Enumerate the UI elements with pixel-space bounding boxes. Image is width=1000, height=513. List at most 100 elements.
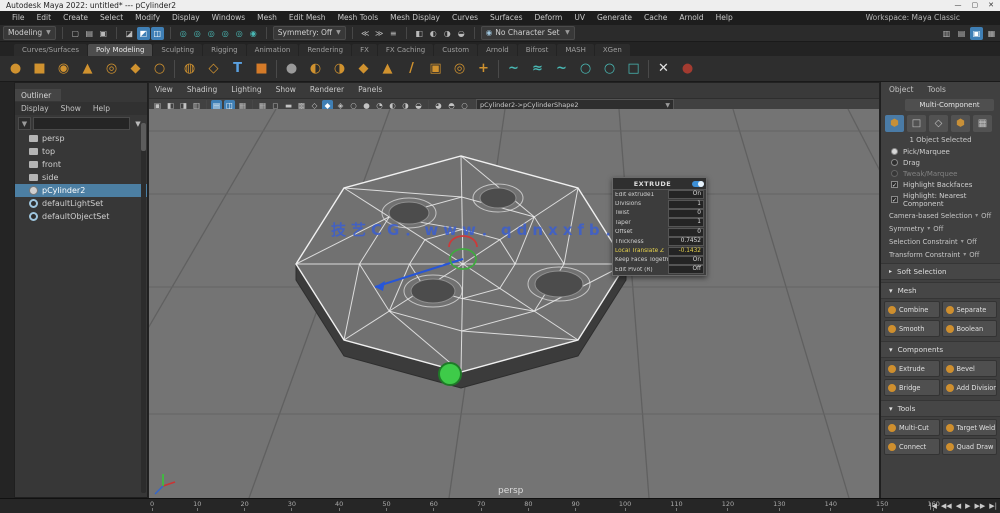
menu-select[interactable]: Select — [94, 11, 129, 25]
target-weld-button[interactable]: Target Weld — [941, 419, 997, 436]
section-tools[interactable]: ▾ Tools — [881, 400, 1000, 417]
snap-view-plane-icon[interactable]: ◎ — [233, 27, 246, 40]
menu-mesh[interactable]: Mesh — [251, 11, 283, 25]
multi-cut-button[interactable]: Multi-Cut — [884, 419, 940, 436]
menu-create[interactable]: Create — [57, 11, 94, 25]
menuset-selector[interactable]: Modeling ▼ — [3, 26, 56, 40]
poly-sphere-icon[interactable]: ● — [6, 59, 25, 78]
svg-tool-icon[interactable]: ■ — [252, 59, 271, 78]
poly-disc-icon[interactable]: ○ — [150, 59, 169, 78]
render-view-icon[interactable]: ◧ — [413, 27, 426, 40]
boolean-union-icon[interactable]: ◐ — [306, 59, 325, 78]
viewport-menu-shading[interactable]: Shading — [187, 85, 217, 96]
outliner-item-defaultLightSet[interactable]: defaultLightSet — [15, 197, 147, 210]
step-back-button[interactable]: ◀◀ — [940, 500, 953, 512]
section-mesh[interactable]: ▾ Mesh — [881, 282, 1000, 299]
dropdown-transform-constraint[interactable]: Transform Constraint ▾ Off — [881, 248, 1000, 261]
section-components[interactable]: ▾ Components — [881, 341, 1000, 358]
outliner-search-input[interactable] — [33, 117, 130, 130]
outliner-menu-show[interactable]: Show — [61, 104, 81, 113]
outliner-menu-help[interactable]: Help — [93, 104, 110, 113]
viewport-menu-show[interactable]: Show — [276, 85, 296, 96]
shelf-tab-rendering[interactable]: Rendering — [299, 44, 352, 56]
checkbox-highlight-backfaces[interactable]: ✓ Highlight Backfaces — [881, 179, 1000, 190]
menu-display[interactable]: Display — [166, 11, 206, 25]
inview-row-value[interactable]: Off — [668, 265, 704, 275]
menu-file[interactable]: File — [6, 11, 31, 25]
character-set-selector[interactable]: ◉ No Character Set ▼ — [480, 26, 575, 40]
shelf-tab-xgen[interactable]: XGen — [594, 44, 630, 56]
time-tick[interactable]: 110 — [670, 500, 683, 511]
time-tick[interactable]: 20 — [240, 500, 249, 511]
snap-curve-icon[interactable]: ◎ — [191, 27, 204, 40]
measure-icon[interactable]: ● — [678, 59, 697, 78]
maximize-icon[interactable]: ▢ — [972, 0, 979, 11]
modeling-toolkit-toggle-icon[interactable]: ▣ — [970, 27, 983, 40]
inview-row-value[interactable]: 0.7452 — [668, 237, 704, 247]
object-mode-icon[interactable]: ⬢ — [885, 115, 904, 132]
quad-draw-icon[interactable]: ▣ — [426, 59, 445, 78]
radio-drag[interactable]: Drag — [881, 157, 1000, 168]
inview-row-value[interactable]: 1 — [668, 218, 704, 228]
outliner-tab[interactable]: Outliner — [15, 89, 62, 101]
radio-pick-marquee[interactable]: Pick/Marquee — [881, 146, 1000, 157]
time-tick[interactable]: 150 — [876, 500, 888, 511]
uv-mode-icon[interactable]: ▦ — [973, 115, 992, 132]
extrude-button[interactable]: Extrude — [884, 360, 940, 377]
snap-grid-icon[interactable]: ◎ — [177, 27, 190, 40]
edge-mode-icon[interactable]: ◇ — [929, 115, 948, 132]
radio-tweak-marquee[interactable]: Tweak/Marquee — [881, 168, 1000, 179]
play-backwards-button[interactable]: ◀ — [955, 500, 962, 512]
inview-row-value[interactable]: 1 — [668, 199, 704, 209]
time-slider[interactable]: 0 10 20 30 40 50 60 70 80 90 100 110 120 130 140 150 160… — [0, 498, 1000, 513]
time-tick[interactable]: 70 — [477, 500, 485, 511]
vertex-mode-icon[interactable]: □ — [907, 115, 926, 132]
outliner-menu-display[interactable]: Display — [21, 104, 49, 113]
menu-cache[interactable]: Cache — [638, 11, 673, 25]
shelf-tab-custom[interactable]: Custom — [434, 44, 478, 56]
shelf-tab-fx-caching[interactable]: FX Caching — [377, 44, 434, 56]
outliner-item-defaultObjectSet[interactable]: defaultObjectSet — [15, 210, 147, 223]
save-scene-icon[interactable]: ▣ — [97, 27, 110, 40]
channel-box-toggle-icon[interactable]: ▦ — [985, 27, 998, 40]
bezier-curve-icon[interactable]: ≈ — [528, 59, 547, 78]
bevel-button[interactable]: Bevel — [941, 360, 997, 377]
viewport-menu-panels[interactable]: Panels — [358, 85, 382, 96]
input-operations-icon[interactable]: ≪ — [359, 27, 372, 40]
shelf-tab-poly-modeling[interactable]: Poly Modeling — [87, 44, 153, 56]
toolkit-tab-tools[interactable]: Tools — [927, 85, 945, 94]
time-tick[interactable]: 130 — [773, 500, 786, 511]
go-to-end-button[interactable]: ▶| — [988, 500, 998, 512]
time-tick[interactable]: 140 — [825, 500, 837, 511]
shelf-tab-curves-surfaces[interactable]: Curves/Surfaces — [14, 44, 87, 56]
select-component-icon[interactable]: ◫ — [150, 26, 164, 40]
outliner-item-pCylinder2[interactable]: pCylinder2 — [15, 184, 147, 197]
tool-settings-toggle-icon[interactable]: ▤ — [955, 27, 968, 40]
time-tick[interactable]: 90 — [572, 500, 580, 511]
filter-icon[interactable]: ▼ — [18, 117, 31, 130]
inview-row-value[interactable]: 0 — [668, 208, 704, 218]
viewport-scene[interactable]: persp — [149, 109, 879, 498]
poly-cylinder-icon[interactable]: ◉ — [54, 59, 73, 78]
boolean-difference-icon[interactable]: ◑ — [330, 59, 349, 78]
snap-projected-center-icon[interactable]: ◎ — [219, 27, 232, 40]
boolean-button[interactable]: Boolean — [941, 320, 997, 337]
render-current-frame-icon[interactable]: ◐ — [427, 27, 440, 40]
time-tick[interactable]: 50 — [382, 500, 391, 511]
perspective-viewport[interactable]: View Shading Lighting Show Renderer Panels ▣ ◧… — [148, 82, 880, 498]
shelf-tab-fx[interactable]: FX — [352, 44, 377, 56]
select-hierarchy-icon[interactable]: ◪ — [123, 27, 136, 40]
separate-button[interactable]: Separate — [941, 301, 997, 318]
time-tick[interactable]: 60 — [430, 500, 438, 511]
ep-curve-icon[interactable]: ~ — [504, 59, 523, 78]
menu-windows[interactable]: Windows — [206, 11, 251, 25]
time-tick[interactable]: 80 — [524, 500, 533, 511]
ipr-render-icon[interactable]: ◑ — [441, 27, 454, 40]
render-settings-icon[interactable]: ◒ — [455, 27, 468, 40]
pencil-curve-icon[interactable]: ~ — [552, 59, 571, 78]
time-tick[interactable]: 30 — [288, 500, 296, 511]
poly-torus-icon[interactable]: ◎ — [102, 59, 121, 78]
viewport-menu-renderer[interactable]: Renderer — [310, 85, 344, 96]
time-tick[interactable]: 40 — [335, 500, 343, 511]
smooth-button[interactable]: Smooth — [884, 320, 940, 337]
